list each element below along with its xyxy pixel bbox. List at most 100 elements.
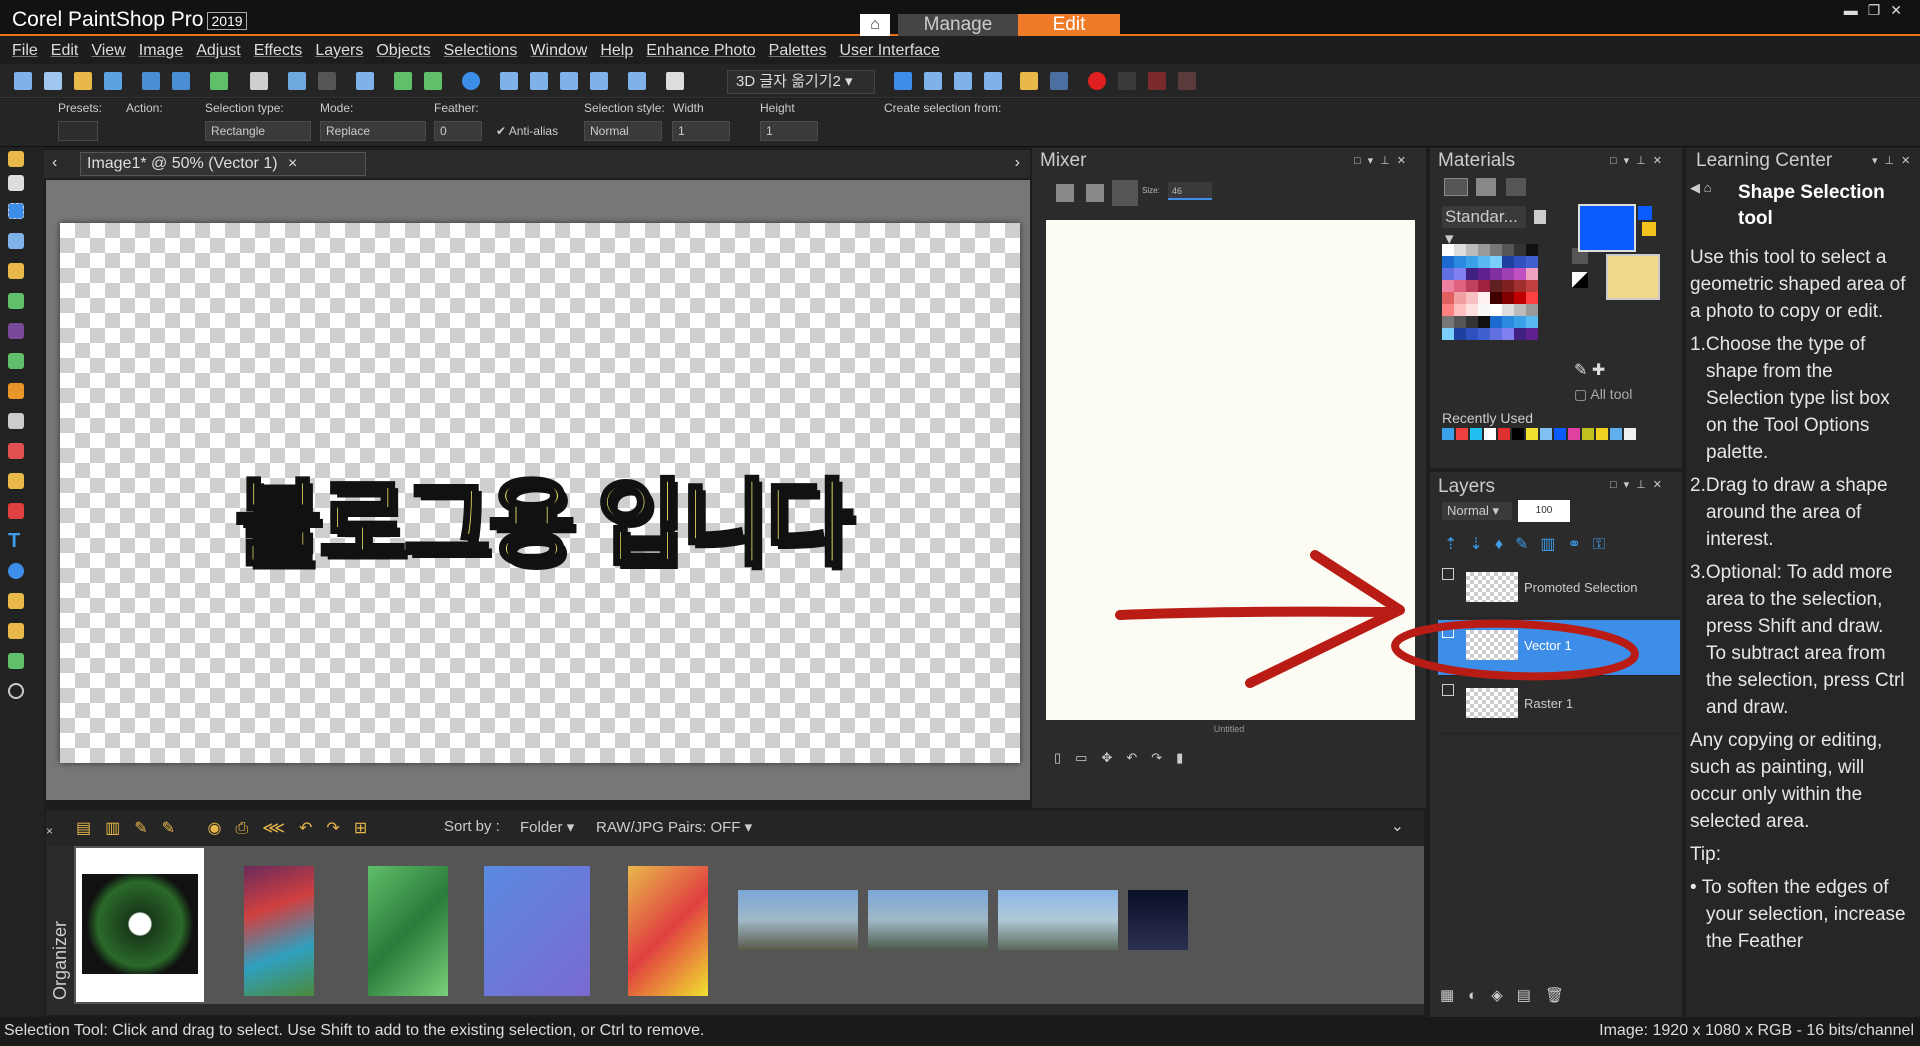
color-swatch[interactable] bbox=[1490, 316, 1502, 328]
sort-by-select[interactable]: Folder ▾ bbox=[520, 818, 574, 836]
selection-style-select[interactable]: Normal bbox=[584, 121, 662, 141]
tab-edit[interactable]: Edit bbox=[1018, 14, 1120, 36]
color-swatch[interactable] bbox=[1478, 256, 1490, 268]
color-swatch[interactable] bbox=[1490, 244, 1502, 256]
organizer-tools[interactable]: ▤▥✎✎ ◉⎙⋘↶↷⊞ bbox=[76, 818, 381, 838]
color-swatch[interactable] bbox=[1502, 280, 1514, 292]
swatch-set-select[interactable]: Standar... ▾ bbox=[1442, 206, 1526, 248]
back-home-icon[interactable]: ◀ ⌂ bbox=[1690, 180, 1711, 196]
mixer-panel-controls[interactable]: □▾⊥✕ bbox=[1354, 154, 1413, 167]
actual-size-icon[interactable] bbox=[530, 72, 548, 90]
color-swatch[interactable] bbox=[1514, 280, 1526, 292]
color-swatch[interactable] bbox=[1502, 292, 1514, 304]
layer-opacity-input[interactable]: 100 bbox=[1518, 500, 1570, 522]
layers-panel-controls[interactable]: □▾⊥✕ bbox=[1610, 478, 1669, 491]
pick-tool-icon[interactable] bbox=[8, 175, 24, 191]
zoom-out-icon[interactable] bbox=[560, 72, 578, 90]
color-swatch[interactable] bbox=[1478, 244, 1490, 256]
color-swatch[interactable] bbox=[1514, 328, 1526, 340]
color-swatch[interactable] bbox=[1490, 304, 1502, 316]
color-swatch[interactable] bbox=[1514, 244, 1526, 256]
color-swatch[interactable] bbox=[1526, 304, 1538, 316]
text-tool-icon[interactable]: T bbox=[8, 531, 24, 551]
save-icon[interactable] bbox=[142, 72, 160, 90]
organizer-close-icon[interactable]: × bbox=[46, 824, 53, 838]
color-swatch[interactable] bbox=[1466, 268, 1478, 280]
collapse-organizer-icon[interactable]: ⌄ bbox=[1391, 816, 1404, 836]
color-swatch[interactable] bbox=[1490, 280, 1502, 292]
straighten-icon[interactable] bbox=[8, 293, 24, 309]
menu-file[interactable]: File bbox=[12, 38, 38, 64]
scroll-right-icon[interactable]: › bbox=[1015, 154, 1020, 172]
color-swatch[interactable] bbox=[1466, 292, 1478, 304]
undo-icon[interactable] bbox=[394, 72, 412, 90]
record-icon[interactable] bbox=[1088, 72, 1106, 90]
recent-color-swatch[interactable] bbox=[1442, 428, 1454, 440]
rainbow-view-icon[interactable] bbox=[1476, 178, 1496, 196]
color-swatch[interactable] bbox=[1442, 328, 1454, 340]
new-from-template-icon[interactable] bbox=[44, 72, 62, 90]
swatch-options-icon[interactable] bbox=[1534, 210, 1546, 224]
mixer-knife-icon[interactable] bbox=[1086, 184, 1104, 202]
save-recording-icon[interactable] bbox=[1178, 72, 1196, 90]
pencil-icon[interactable] bbox=[8, 653, 24, 669]
recent-color-swatch[interactable] bbox=[1540, 428, 1552, 440]
full-screen-icon[interactable] bbox=[628, 72, 646, 90]
recent-color-swatch[interactable] bbox=[1624, 428, 1636, 440]
color-swatch[interactable] bbox=[1514, 256, 1526, 268]
edit-script-icon[interactable] bbox=[954, 72, 972, 90]
all-tools-checkbox[interactable]: ▢ All tool bbox=[1574, 386, 1632, 403]
background-small-swatch[interactable] bbox=[1642, 222, 1656, 236]
color-swatch[interactable] bbox=[1454, 256, 1466, 268]
thumbnail-panorama-3[interactable] bbox=[998, 890, 1118, 950]
selection-tool-icon[interactable] bbox=[8, 203, 24, 219]
color-swatch[interactable] bbox=[1442, 292, 1454, 304]
color-swatch-grid[interactable] bbox=[1442, 244, 1562, 364]
color-swatch[interactable] bbox=[1442, 256, 1454, 268]
color-swatch[interactable] bbox=[1502, 256, 1514, 268]
color-swatch[interactable] bbox=[1502, 316, 1514, 328]
color-swatch[interactable] bbox=[1502, 304, 1514, 316]
color-swatch[interactable] bbox=[1526, 316, 1538, 328]
recent-color-swatch[interactable] bbox=[1526, 428, 1538, 440]
color-swatch[interactable] bbox=[1514, 268, 1526, 280]
menu-selections[interactable]: Selections bbox=[444, 38, 518, 64]
presets-dropdown[interactable] bbox=[58, 121, 98, 141]
open-script-icon[interactable] bbox=[1020, 72, 1038, 90]
color-swatch[interactable] bbox=[1478, 304, 1490, 316]
rotate-right-icon[interactable] bbox=[318, 72, 336, 90]
redo-icon[interactable] bbox=[424, 72, 442, 90]
tab-image1[interactable]: Image1* @ 50% (Vector 1) × bbox=[80, 152, 366, 176]
pause-icon[interactable] bbox=[1118, 72, 1136, 90]
menu-image[interactable]: Image bbox=[139, 38, 183, 64]
foreground-small-swatch[interactable] bbox=[1638, 206, 1652, 220]
color-swatch[interactable] bbox=[1454, 328, 1466, 340]
recent-color-swatch[interactable] bbox=[1456, 428, 1468, 440]
edit-palette-icon[interactable]: ✎ ✚ bbox=[1574, 360, 1605, 380]
color-swatch[interactable] bbox=[1478, 328, 1490, 340]
recently-used-swatches[interactable] bbox=[1442, 428, 1652, 442]
mixer-dropper-icon[interactable] bbox=[1112, 180, 1138, 206]
play-script-icon[interactable] bbox=[894, 72, 912, 90]
thumbnail-heart[interactable] bbox=[484, 866, 590, 996]
menu-objects[interactable]: Objects bbox=[376, 38, 430, 64]
color-swatch[interactable] bbox=[1442, 316, 1454, 328]
tab-manage[interactable]: Manage bbox=[898, 14, 1018, 36]
materials-panel-controls[interactable]: □▾⊥✕ bbox=[1610, 154, 1669, 167]
color-swatch[interactable] bbox=[1466, 328, 1478, 340]
color-swatch[interactable] bbox=[1514, 304, 1526, 316]
color-swatch[interactable] bbox=[1478, 268, 1490, 280]
recent-color-swatch[interactable] bbox=[1568, 428, 1580, 440]
color-swatch[interactable] bbox=[1490, 292, 1502, 304]
color-swatch[interactable] bbox=[1526, 292, 1538, 304]
menu-window[interactable]: Window bbox=[530, 38, 587, 64]
feather-input[interactable]: 0 bbox=[434, 121, 482, 141]
info-icon[interactable] bbox=[462, 72, 480, 90]
close-tab-icon[interactable]: × bbox=[288, 155, 297, 172]
stop-icon[interactable] bbox=[1148, 72, 1166, 90]
color-swatch[interactable] bbox=[1526, 268, 1538, 280]
scroll-left-icon[interactable]: ‹ bbox=[52, 154, 57, 172]
pen-icon[interactable] bbox=[8, 593, 24, 609]
pan-hand-icon[interactable] bbox=[8, 151, 24, 167]
thumbnail-panorama-1[interactable] bbox=[738, 890, 858, 950]
